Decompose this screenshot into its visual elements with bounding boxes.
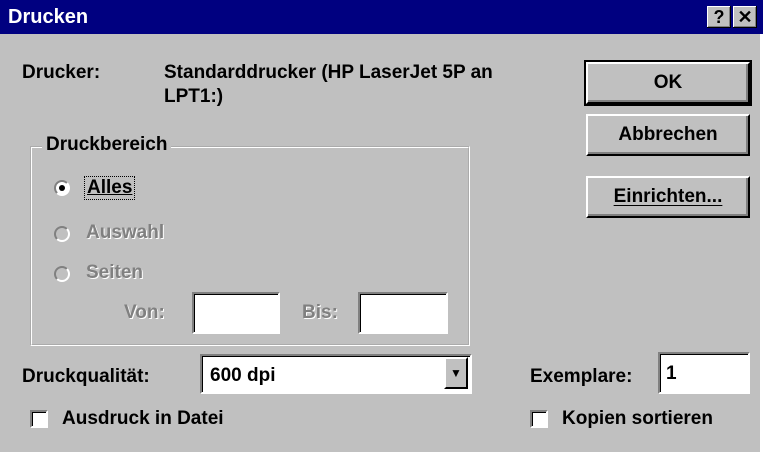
radio-all-selected-dot <box>59 185 65 191</box>
collate-label[interactable]: Kopien sortieren <box>562 408 713 430</box>
quality-label: Druckqualität: <box>22 366 150 387</box>
copies-label: Exemplare: <box>530 366 633 387</box>
help-button[interactable]: ? <box>707 6 731 28</box>
radio-pages-label[interactable]: Seiten <box>86 262 143 284</box>
copies-input[interactable]: 1 <box>658 352 750 394</box>
collate-checkbox[interactable] <box>530 410 548 428</box>
printer-label: Drucker: <box>22 62 101 83</box>
to-label: Bis: <box>302 302 338 323</box>
print-to-file-label[interactable]: Ausdruck in Datei <box>62 408 224 430</box>
setup-button[interactable]: Einrichten... <box>586 176 750 218</box>
quality-value: 600 dpi <box>210 365 276 386</box>
radio-all-label[interactable]: Alles <box>84 176 136 200</box>
from-label: Von: <box>124 302 165 323</box>
from-page-input[interactable] <box>192 292 280 334</box>
radio-selection[interactable] <box>54 226 70 242</box>
close-icon[interactable]: ✕ <box>733 6 757 28</box>
dialog-title: Drucken <box>8 6 89 28</box>
radio-pages[interactable] <box>54 266 70 282</box>
copies-value: 1 <box>666 363 677 384</box>
print-range-legend: Druckbereich <box>42 134 172 156</box>
print-dialog: Drucken ? ✕ Drucker: Standarddrucker (HP… <box>0 0 763 452</box>
printer-name-line2: LPT1:) <box>164 86 224 107</box>
title-bar: Drucken ? ✕ <box>0 0 763 34</box>
chevron-down-icon[interactable]: ▼ <box>444 357 468 389</box>
printer-name-line1: Standarddrucker (HP LaserJet 5P an <box>164 62 493 83</box>
radio-selection-label[interactable]: Auswahl <box>86 222 164 244</box>
setup-button-label: Einrichten... <box>613 186 723 207</box>
radio-all-text: Alles <box>87 177 133 198</box>
radio-all[interactable] <box>54 180 70 196</box>
print-range-group: Druckbereich Alles Auswahl Seiten Von: B… <box>30 134 470 346</box>
ok-button[interactable]: OK <box>584 60 752 106</box>
quality-select[interactable]: 600 dpi ▼ <box>200 354 472 394</box>
print-to-file-checkbox[interactable] <box>30 410 48 428</box>
cancel-button[interactable]: Abbrechen <box>586 114 750 156</box>
to-page-input[interactable] <box>358 292 448 334</box>
